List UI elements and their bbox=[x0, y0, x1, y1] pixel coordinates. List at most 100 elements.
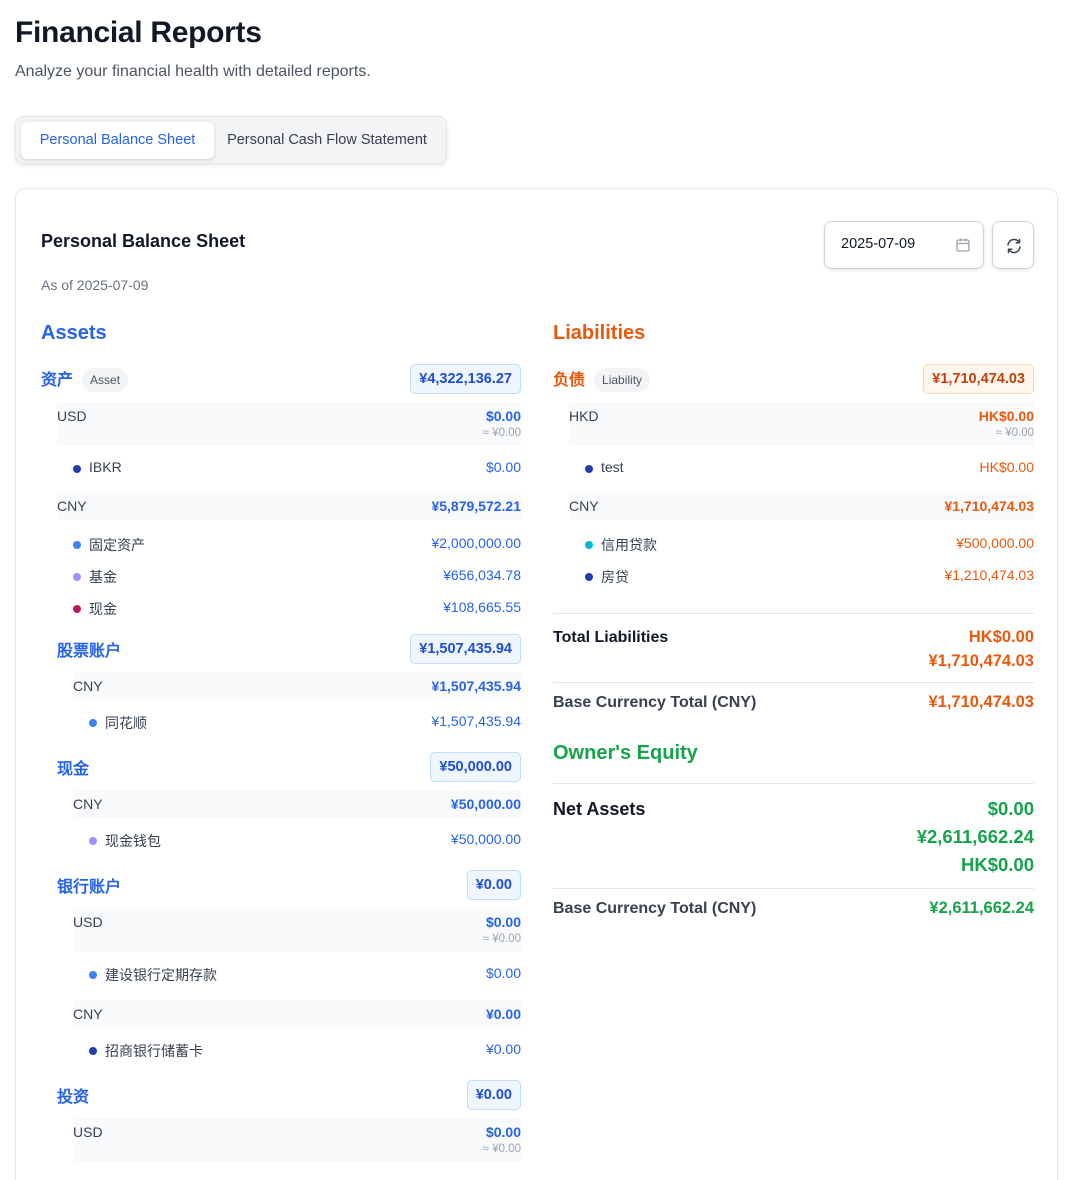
account-dot bbox=[73, 573, 81, 581]
type-badge: Liability bbox=[594, 368, 651, 393]
equity-base-total: ¥2,611,662.24 bbox=[929, 899, 1034, 917]
net-assets-hkd: HK$0.00 bbox=[960, 854, 1034, 875]
refresh-icon bbox=[1007, 238, 1021, 254]
currency-code: USD bbox=[73, 1124, 103, 1140]
equity-title: Owner's Equity bbox=[553, 742, 698, 764]
liability-category-row: 负债 Liability ¥1,710,474.03 bbox=[553, 364, 1034, 394]
total-liabilities-hkd: HK$0.00 bbox=[968, 628, 1034, 646]
currency-amount: ¥1,507,435.94 bbox=[431, 678, 521, 694]
account-amount: ¥108,665.55 bbox=[443, 599, 521, 615]
net-assets-usd: $0.00 bbox=[987, 798, 1034, 819]
tab-personal-cash-flow-statement[interactable]: Personal Cash Flow Statement bbox=[216, 122, 438, 159]
currency-row: CNY ¥5,879,572.21 bbox=[57, 492, 521, 520]
currency-row: HKD HK$0.00 ≈ ¥0.00 bbox=[569, 402, 1034, 446]
account-amount: ¥2,000,000.00 bbox=[431, 535, 521, 551]
account-row: test HK$0.00 bbox=[585, 459, 1034, 479]
category-name: 资产 bbox=[41, 371, 74, 389]
currency-code: CNY bbox=[569, 498, 599, 514]
currency-approx: ≈ ¥0.00 bbox=[482, 1143, 521, 1155]
currency-row: CNY ¥1,507,435.94 bbox=[73, 672, 521, 700]
currency-code: CNY bbox=[73, 1006, 103, 1022]
account-row: 招商银行储蓄卡 ¥0.00 bbox=[89, 1041, 521, 1061]
currency-code: USD bbox=[57, 408, 87, 424]
account-amount: $0.00 bbox=[485, 965, 521, 981]
asset-category-row: 股票账户 ¥1,507,435.94 bbox=[57, 634, 521, 664]
currency-row: USD $0.00 ≈ ¥0.00 bbox=[73, 908, 521, 952]
currency-code: USD bbox=[73, 914, 103, 930]
category-name: 负债 bbox=[553, 371, 586, 389]
account-amount: ¥1,507,435.94 bbox=[431, 713, 521, 729]
type-badge: Asset bbox=[82, 368, 129, 393]
asset-category-row: 资产 Asset ¥4,322,136.27 bbox=[41, 364, 521, 394]
tab-personal-balance-sheet[interactable]: Personal Balance Sheet bbox=[21, 122, 214, 159]
account-row: 建设银行定期存款 $0.00 bbox=[89, 965, 521, 985]
account-row: 基金 ¥656,034.78 bbox=[73, 567, 521, 587]
category-name: 股票账户 bbox=[57, 643, 122, 660]
currency-amount: ¥1,710,474.03 bbox=[944, 498, 1034, 514]
asset-category-row: 现金 ¥50,000.00 bbox=[57, 752, 521, 782]
account-row: 现金 ¥108,665.55 bbox=[73, 599, 521, 619]
asset-category-row: 投资 ¥0.00 bbox=[57, 1080, 521, 1110]
currency-approx: ≈ ¥0.00 bbox=[482, 933, 521, 945]
account-name: 招商银行储蓄卡 bbox=[105, 1043, 203, 1059]
date-picker-input[interactable]: 2025-07-09 bbox=[824, 221, 984, 269]
currency-row: CNY ¥0.00 bbox=[73, 1000, 521, 1028]
equity-base-label: Base Currency Total (CNY) bbox=[553, 900, 757, 917]
divider bbox=[553, 682, 1034, 683]
account-row: 同花顺 ¥1,507,435.94 bbox=[89, 713, 521, 733]
account-dot bbox=[73, 605, 81, 613]
category-name: 银行账户 bbox=[57, 879, 122, 896]
account-amount: ¥1,210,474.03 bbox=[944, 567, 1034, 583]
category-name: 现金 bbox=[57, 761, 90, 778]
total-liabilities-label: Total Liabilities bbox=[553, 629, 669, 646]
page-title: Financial Reports bbox=[15, 16, 262, 49]
account-amount: ¥0.00 bbox=[485, 1041, 521, 1057]
account-name: 基金 bbox=[89, 569, 117, 585]
total-liabilities-cny: ¥1,710,474.03 bbox=[928, 652, 1034, 670]
account-name: 固定资产 bbox=[89, 537, 145, 553]
divider bbox=[553, 783, 1034, 784]
category-total: ¥4,322,136.27 bbox=[410, 364, 521, 394]
net-assets-label: Net Assets bbox=[553, 799, 646, 819]
as-of-date: As of 2025-07-09 bbox=[41, 277, 149, 293]
date-value: 2025-07-09 bbox=[841, 236, 916, 252]
divider bbox=[553, 888, 1034, 889]
account-amount: HK$0.00 bbox=[979, 459, 1034, 475]
category-name: 投资 bbox=[57, 1089, 90, 1106]
account-dot bbox=[89, 837, 97, 845]
currency-code: CNY bbox=[73, 796, 103, 812]
category-total: ¥0.00 bbox=[466, 1080, 521, 1110]
account-dot bbox=[585, 465, 593, 473]
report-title: Personal Balance Sheet bbox=[41, 231, 246, 251]
account-dot bbox=[89, 719, 97, 727]
currency-approx: ≈ ¥0.00 bbox=[995, 427, 1034, 439]
divider bbox=[553, 613, 1034, 614]
currency-amount: ¥5,879,572.21 bbox=[431, 498, 521, 514]
account-name: 现金 bbox=[89, 601, 117, 617]
refresh-button[interactable] bbox=[992, 221, 1034, 269]
account-name: test bbox=[601, 459, 624, 475]
account-row: 现金钱包 ¥50,000.00 bbox=[89, 831, 521, 851]
currency-amount: ¥50,000.00 bbox=[450, 796, 521, 812]
account-row: 固定资产 ¥2,000,000.00 bbox=[73, 535, 521, 555]
account-dot bbox=[89, 1047, 97, 1055]
account-row: 信用贷款 ¥500,000.00 bbox=[585, 535, 1034, 555]
currency-row: USD $0.00 ≈ ¥0.00 bbox=[73, 1118, 521, 1162]
currency-code: HKD bbox=[569, 408, 599, 424]
currency-row: USD $0.00 ≈ ¥0.00 bbox=[57, 402, 521, 446]
page-subtitle: Analyze your financial health with detai… bbox=[15, 63, 371, 80]
calendar-icon[interactable] bbox=[955, 237, 971, 253]
account-name: 房贷 bbox=[601, 569, 629, 585]
account-row: 房贷 ¥1,210,474.03 bbox=[585, 567, 1034, 587]
account-name: 同花顺 bbox=[105, 715, 147, 731]
net-assets-cny: ¥2,611,662.24 bbox=[916, 826, 1034, 847]
account-dot bbox=[73, 541, 81, 549]
account-amount: ¥500,000.00 bbox=[956, 535, 1034, 551]
account-name: IBKR bbox=[89, 459, 122, 475]
account-dot bbox=[73, 465, 81, 473]
account-row: IBKR $0.00 bbox=[73, 459, 521, 479]
balance-sheet-card: Personal Balance Sheet As of 2025-07-09 … bbox=[15, 188, 1058, 1180]
account-amount: ¥656,034.78 bbox=[443, 567, 521, 583]
account-dot bbox=[89, 971, 97, 979]
account-dot bbox=[585, 573, 593, 581]
